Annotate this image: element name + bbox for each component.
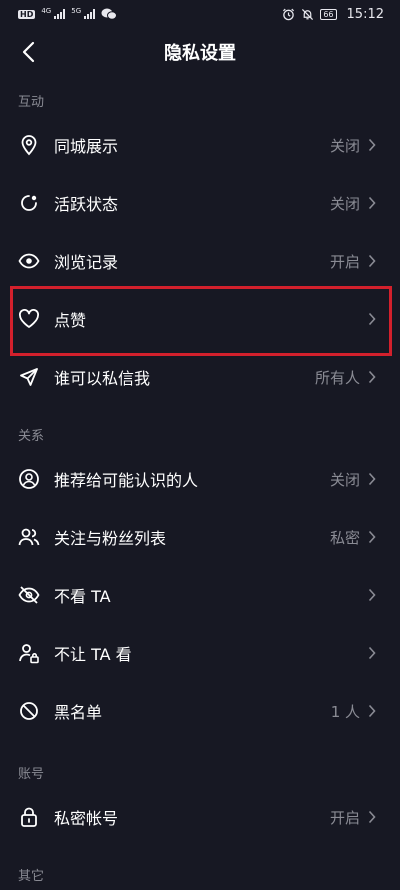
heart-icon	[18, 308, 40, 330]
row-active-status[interactable]: 活跃状态 关闭	[0, 174, 400, 232]
row-label: 黑名单	[54, 703, 103, 722]
signal-icon	[54, 9, 66, 19]
row-value: 关闭	[329, 136, 360, 155]
page-title: 隐私设置	[164, 43, 236, 64]
back-button[interactable]	[14, 38, 42, 66]
battery-icon: 66	[320, 8, 337, 20]
back-arrow-icon	[22, 41, 35, 63]
chevron-right-icon	[368, 196, 378, 210]
status-right: 66 15:12	[282, 7, 384, 22]
row-label: 浏览记录	[54, 253, 119, 272]
row-value: 所有人	[314, 368, 360, 387]
status-bar: HD 4G 5G 66 15:12	[0, 0, 400, 28]
row-label: 谁可以私信我	[54, 369, 151, 388]
block-icon	[18, 700, 40, 722]
row-label: 不看 TA	[54, 587, 111, 606]
row-value: 私密	[329, 528, 360, 547]
nav-bar: 隐私设置	[0, 28, 400, 76]
alarm-icon	[283, 8, 295, 20]
section-header-interaction: 互动	[18, 95, 45, 110]
row-likes[interactable]: 点赞	[0, 290, 400, 348]
paper-plane-icon	[18, 366, 40, 388]
users-icon	[18, 526, 40, 548]
row-value: 开启	[329, 252, 360, 271]
chevron-right-icon	[368, 370, 378, 384]
lock-icon	[18, 806, 40, 828]
status-left: HD 4G 5G	[18, 7, 118, 20]
row-follow-fans-list[interactable]: 关注与粉丝列表 私密	[0, 508, 400, 566]
hd-badge: HD	[18, 9, 36, 19]
row-browsing-history[interactable]: 浏览记录 开启	[0, 232, 400, 290]
row-value: 1 人	[330, 702, 360, 721]
signal-icon-2	[84, 9, 96, 19]
section-header-account: 账号	[18, 767, 45, 782]
row-label: 同城展示	[54, 137, 119, 156]
row-value: 开启	[329, 808, 360, 827]
row-dont-see-them[interactable]: 不看 TA	[0, 566, 400, 624]
eye-icon	[18, 250, 40, 272]
row-who-can-message[interactable]: 谁可以私信我 所有人	[0, 348, 400, 406]
row-label: 私密帐号	[54, 809, 119, 828]
chevron-right-icon	[368, 472, 378, 486]
location-pin-icon	[18, 134, 40, 156]
chevron-right-icon	[368, 588, 378, 602]
row-private-account[interactable]: 私密帐号 开启	[0, 788, 400, 846]
signal-label-2: 5G	[71, 7, 82, 15]
chevron-right-icon	[368, 530, 378, 544]
chevron-right-icon	[368, 704, 378, 718]
chevron-right-icon	[368, 810, 378, 824]
row-label: 点赞	[54, 311, 87, 330]
signal-label-1: 4G	[41, 7, 52, 15]
wechat-icon	[101, 8, 118, 20]
user-circle-icon	[18, 468, 40, 490]
section-header-relations: 关系	[18, 429, 45, 444]
row-label: 活跃状态	[54, 195, 119, 214]
eye-off-icon	[18, 584, 40, 606]
row-label: 不让 TA 看	[54, 645, 132, 664]
chevron-right-icon	[368, 312, 378, 326]
row-nearby-display[interactable]: 同城展示 关闭	[0, 116, 400, 174]
activity-status-icon	[18, 192, 40, 214]
row-blacklist[interactable]: 黑名单 1 人	[0, 682, 400, 740]
clock-time: 15:12	[346, 6, 384, 22]
chevron-right-icon	[368, 138, 378, 152]
user-lock-icon	[18, 642, 40, 664]
chevron-right-icon	[368, 254, 378, 268]
row-label: 推荐给可能认识的人	[54, 471, 199, 490]
row-recommend-to-contacts[interactable]: 推荐给可能认识的人 关闭	[0, 450, 400, 508]
chevron-right-icon	[368, 646, 378, 660]
row-dont-let-them-see[interactable]: 不让 TA 看	[0, 624, 400, 682]
row-value: 关闭	[329, 470, 360, 489]
mute-bell-icon	[302, 8, 314, 20]
row-value: 关闭	[329, 194, 360, 213]
row-label: 关注与粉丝列表	[54, 529, 167, 548]
section-header-other: 其它	[18, 869, 45, 884]
